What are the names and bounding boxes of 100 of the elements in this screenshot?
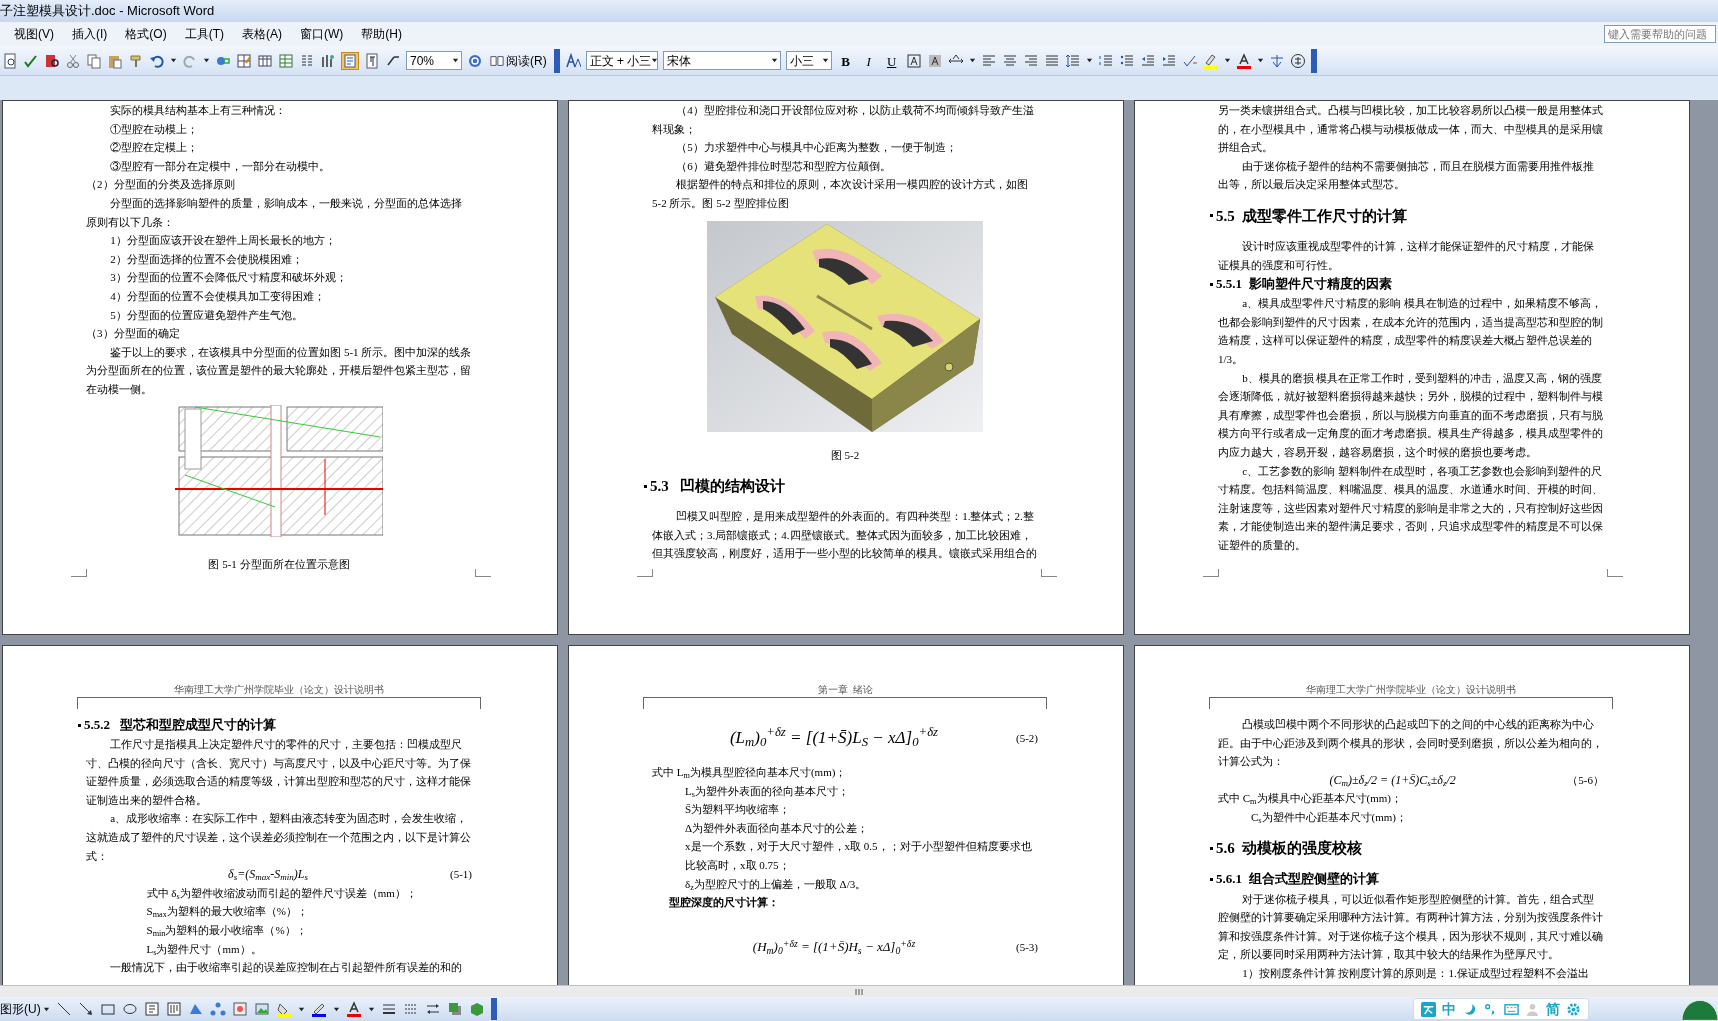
increase-indent-icon[interactable] xyxy=(1160,52,1177,69)
insert-picture-icon[interactable] xyxy=(253,1001,270,1017)
vertical-text-box-icon[interactable] xyxy=(165,1001,182,1017)
dash-style-icon[interactable] xyxy=(402,1001,419,1017)
help-icon[interactable] xyxy=(467,52,483,69)
highlight-icon[interactable] xyxy=(1202,52,1219,69)
line-icon[interactable] xyxy=(55,1001,72,1017)
diagram-icon[interactable] xyxy=(209,1001,226,1017)
menu-item[interactable]: 工具(T) xyxy=(176,24,232,44)
print-preview-icon[interactable] xyxy=(2,52,18,69)
caret-icon[interactable] xyxy=(452,57,459,64)
toolbar-grip[interactable] xyxy=(1310,48,1317,73)
caret-icon[interactable] xyxy=(367,1005,375,1013)
menu-item[interactable]: 格式(O) xyxy=(117,24,175,44)
paragraph: （3）分型面的确定 xyxy=(86,326,181,342)
menu-item[interactable]: 表格(A) xyxy=(234,24,290,44)
caret-icon[interactable] xyxy=(770,57,778,64)
list-item: 1）分型面应该开设在塑件上周长最长的地方； xyxy=(109,233,337,249)
help-search-field[interactable]: 键入需要帮助的问题 xyxy=(1604,25,1716,43)
caret-icon[interactable] xyxy=(968,57,976,64)
insert-table-icon[interactable] xyxy=(257,52,273,69)
caret-icon[interactable] xyxy=(203,57,210,64)
caret-icon[interactable] xyxy=(170,57,177,64)
format-painter-icon[interactable] xyxy=(128,52,144,69)
keyboard-icon[interactable] xyxy=(1504,1001,1519,1017)
font-size-dropdown[interactable]: 小三 xyxy=(785,51,832,70)
font-color-icon[interactable] xyxy=(1235,52,1252,69)
columns-icon[interactable] xyxy=(299,52,315,69)
section-heading: 5.6.1 组合式型腔侧壁的计算 xyxy=(1216,870,1379,889)
underline-button[interactable]: U xyxy=(882,51,901,70)
menu-item[interactable]: 帮助(H) xyxy=(353,24,410,44)
research-icon[interactable] xyxy=(44,52,60,69)
figure-caption: 图 5-2 xyxy=(829,447,861,463)
menu-item[interactable]: 窗口(W) xyxy=(292,24,352,44)
page-header: 华南理工大学广州学院毕业（论文）设计说明书 xyxy=(174,684,384,696)
font-dropdown[interactable]: 宋体 xyxy=(662,51,781,70)
paragraph: （4）型腔排位和浇口开设部位应对称，以防止载荷不均而倾斜导致产生溢料现象； xyxy=(652,103,1035,137)
arrow-icon[interactable] xyxy=(77,1001,94,1017)
spreadsheet-icon[interactable] xyxy=(278,52,294,69)
align-center-icon[interactable] xyxy=(1001,52,1018,69)
caret-icon[interactable] xyxy=(1223,57,1231,64)
caret-icon[interactable] xyxy=(332,1005,340,1013)
copy-icon[interactable] xyxy=(86,52,102,69)
variable-definition: Δ为塑件外表面径向基本尺寸的公差； xyxy=(684,820,870,836)
character-shading-icon[interactable] xyxy=(926,52,943,69)
arrow-style-icon[interactable] xyxy=(424,1001,441,1017)
show-marks-icon[interactable] xyxy=(364,52,380,69)
rectangle-icon[interactable] xyxy=(99,1001,116,1017)
round-logo-icon[interactable] xyxy=(1680,997,1718,1021)
fill-color-icon[interactable] xyxy=(275,1001,292,1017)
bold-button[interactable]: B xyxy=(836,51,855,70)
enclose-character-icon[interactable] xyxy=(1289,52,1306,69)
paragraph: ①型腔在动模上； xyxy=(109,121,200,137)
caret-icon[interactable] xyxy=(1085,57,1093,64)
font-color-icon[interactable] xyxy=(345,1001,362,1017)
paragraph: 分型面的选择影响塑件的质量，影响成本，一般来说，分型面的总体选择原则有以下几条： xyxy=(86,195,464,230)
table-borders-icon[interactable] xyxy=(236,52,252,69)
text-box-icon[interactable] xyxy=(143,1001,160,1017)
line-spacing-icon[interactable] xyxy=(1064,52,1081,69)
caret-icon[interactable] xyxy=(297,1005,305,1013)
line-style-icon[interactable] xyxy=(380,1001,397,1017)
document-map-icon[interactable] xyxy=(341,51,359,70)
caret-icon[interactable] xyxy=(42,1005,50,1013)
clip-art-icon[interactable] xyxy=(231,1001,248,1017)
line-color-icon[interactable] xyxy=(310,1001,327,1017)
caret-icon[interactable] xyxy=(821,57,829,64)
decrease-indent-icon[interactable] xyxy=(1139,52,1156,69)
3d-style-icon[interactable] xyxy=(468,1001,485,1017)
menu-item[interactable]: 视图(V) xyxy=(6,24,62,44)
shadow-style-icon[interactable] xyxy=(446,1001,463,1017)
paragraph-mark-icon xyxy=(78,723,81,727)
drawing-icon[interactable] xyxy=(320,52,336,69)
style-dropdown[interactable]: 正文 + 小三 xyxy=(585,51,658,70)
read-button[interactable]: 阅读(R) xyxy=(488,50,549,71)
caret-icon[interactable] xyxy=(651,57,659,64)
paragraph: （6）避免塑件排位时型芯和型腔方位颠倒。 xyxy=(675,158,892,174)
caret-icon[interactable] xyxy=(1256,57,1264,64)
list-item: 5）分型面的位置应避免塑件产生气泡。 xyxy=(109,307,304,323)
toolbar-grip[interactable] xyxy=(553,48,560,73)
styles-icon[interactable] xyxy=(564,52,581,69)
paragraph: a、成形收缩率：在实际工作中，塑料由液态转变为固态时，会发生收缩，这就造成了塑件的尺寸误差，这个误差必须控制在一个范围之内，以下是计算公式： xyxy=(86,811,472,864)
character-border-icon[interactable] xyxy=(905,52,922,69)
justify-icon[interactable] xyxy=(1043,52,1060,69)
paragraph: 凹模又叫型腔，是用来成型塑件的外表面的。有四种类型：1.整体式；2.整体嵌入式；3.局部镶嵌式；4.四壁镶嵌式。整体式因为面较多，加工比较困难，但其强度较高，刚度好，适用于一些小型的比较简单的模具。镶嵌式采用组合的 xyxy=(652,509,1038,562)
oval-icon[interactable] xyxy=(121,1001,138,1017)
scrollbar-grip-icon[interactable] xyxy=(855,988,863,995)
bullets-icon[interactable] xyxy=(1118,52,1135,69)
autoshapes-menu[interactable]: 图形(U) xyxy=(0,1000,50,1018)
ime-logo-icon[interactable] xyxy=(1421,1001,1436,1017)
cut-icon[interactable] xyxy=(65,52,81,69)
paragraph: 1）按刚度条件计算 按刚度计算的原则是：1.保证成型过程塑料不会溢出 xyxy=(1241,965,1590,981)
list-item: 2）分型面选择的位置不会使脱模困难； xyxy=(109,251,304,267)
align-right-icon[interactable] xyxy=(1022,52,1039,69)
settings-icon[interactable] xyxy=(1566,1001,1581,1017)
italic-button[interactable]: I xyxy=(859,51,878,70)
section-heading: 5.5 成型零件工作尺寸的计算 xyxy=(1216,206,1408,226)
formula: (C$_{m}$)±δ$_{z}$/2 = (1+S̄)C$_{s}$±δ$_{z}$/2 xyxy=(1328,771,1457,790)
zoom-dropdown[interactable]: 70% xyxy=(406,51,462,70)
toolbar-grip[interactable] xyxy=(490,998,497,1020)
menu-item[interactable]: 插入(I) xyxy=(64,24,116,44)
